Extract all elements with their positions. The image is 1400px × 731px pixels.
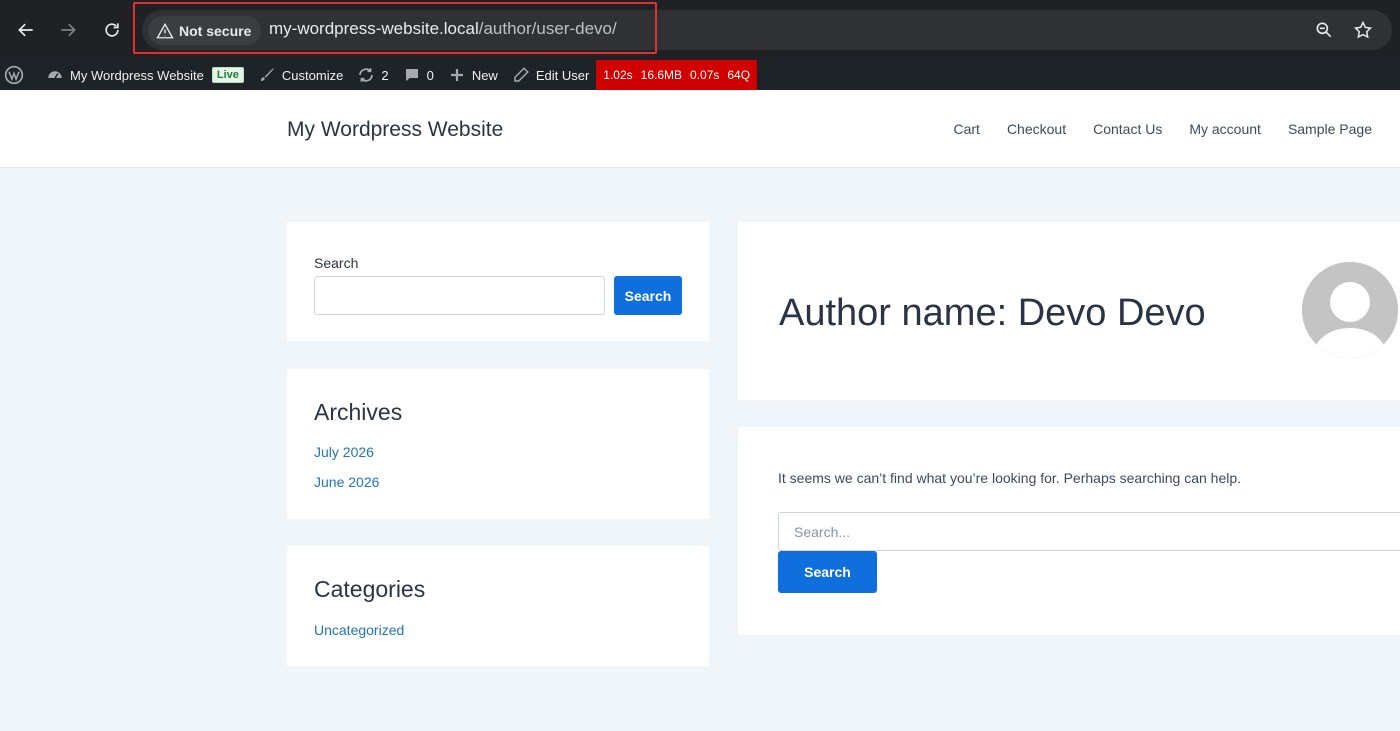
security-indicator[interactable]: Not secure (148, 16, 262, 45)
wordpress-logo-icon[interactable] (0, 60, 39, 90)
url-text[interactable]: my-wordpress-website.local/author/user-d… (269, 19, 617, 39)
back-icon[interactable] (12, 16, 40, 44)
sidebar-search-button[interactable]: Search (614, 276, 682, 315)
bookmark-star-icon[interactable] (1352, 19, 1374, 41)
browser-toolbar: Not secure my-wordpress-website.local/au… (0, 0, 1400, 60)
warning-icon (156, 22, 174, 38)
search-input[interactable]: Search... (778, 512, 1400, 551)
admin-bar-customize[interactable]: Customize (251, 60, 350, 90)
qm-memory: 16.6MB (640, 68, 683, 82)
qm-queries: 64Q (727, 68, 751, 82)
category-link[interactable]: Uncategorized (314, 622, 404, 638)
forward-icon[interactable] (54, 16, 82, 44)
new-label: New (471, 67, 498, 83)
nav-item-contact-us[interactable]: Contact Us (1093, 121, 1162, 137)
zoom-icon[interactable] (1313, 19, 1335, 41)
archives-widget: Archives July 2026 June 2026 (287, 369, 709, 519)
no-results-message: It seems we can’t find what you’re looki… (778, 470, 1242, 486)
updates-count: 2 (381, 67, 389, 83)
search-widget: Search Search (287, 222, 709, 341)
sidebar-search-input[interactable] (314, 276, 605, 315)
archive-link[interactable]: June 2026 (314, 474, 379, 490)
archive-link[interactable]: July 2026 (314, 444, 374, 460)
archives-title: Archives (314, 399, 403, 425)
qm-time: 1.02s (603, 68, 633, 82)
author-header: Author name: Devo Devo (738, 222, 1400, 400)
reload-icon[interactable] (98, 16, 126, 44)
admin-bar-comments[interactable]: 0 (396, 60, 441, 90)
dashboard-icon (48, 71, 62, 79)
admin-bar-new[interactable]: New (441, 60, 505, 90)
admin-bar-updates[interactable]: 2 (350, 60, 395, 90)
qm-db-time: 0.07s (690, 68, 720, 82)
nav-item-checkout[interactable]: Checkout (1007, 121, 1066, 137)
security-label: Not secure (179, 22, 252, 39)
site-title[interactable]: My Wordpress Website (287, 118, 503, 142)
site-header: My Wordpress Website Cart Checkout Conta… (0, 90, 1400, 168)
plus-icon (450, 69, 463, 81)
customize-label: Customize (281, 67, 344, 83)
author-title: Author name: Devo Devo (779, 292, 1206, 334)
admin-bar-site-name[interactable]: My Wordpress Website Live (39, 60, 251, 90)
pencil-icon (514, 67, 529, 82)
url-host: my-wordpress-website.local (269, 19, 479, 38)
query-monitor-stats[interactable]: 1.02s 16.6MB 0.07s 64Q (596, 60, 758, 90)
site-name-label: My Wordpress Website (70, 67, 204, 83)
admin-bar-edit-user[interactable]: Edit User (505, 60, 596, 90)
search-button[interactable]: Search (778, 551, 877, 593)
categories-widget: Categories Uncategorized (287, 546, 709, 666)
wp-admin-bar: My Wordpress Website Live Customize 2 0 … (0, 60, 1400, 90)
avatar (1302, 262, 1398, 358)
primary-navigation: Cart Checkout Contact Us My account Samp… (926, 121, 1372, 137)
default-avatar-icon (1302, 262, 1398, 358)
search-widget-label: Search (314, 255, 359, 271)
nav-item-my-account[interactable]: My account (1189, 121, 1261, 137)
comments-count: 0 (426, 67, 434, 83)
updates-icon (359, 68, 374, 82)
nav-item-cart[interactable]: Cart (953, 121, 979, 137)
live-badge: Live (211, 67, 244, 83)
edit-user-label: Edit User (535, 67, 590, 83)
categories-title: Categories (314, 576, 426, 602)
paintbrush-icon (260, 68, 274, 81)
comment-icon (405, 69, 418, 81)
no-results-section: It seems we can’t find what you’re looki… (738, 427, 1400, 635)
url-path: /author/user-devo/ (478, 19, 617, 38)
nav-item-sample-page[interactable]: Sample Page (1288, 121, 1372, 137)
